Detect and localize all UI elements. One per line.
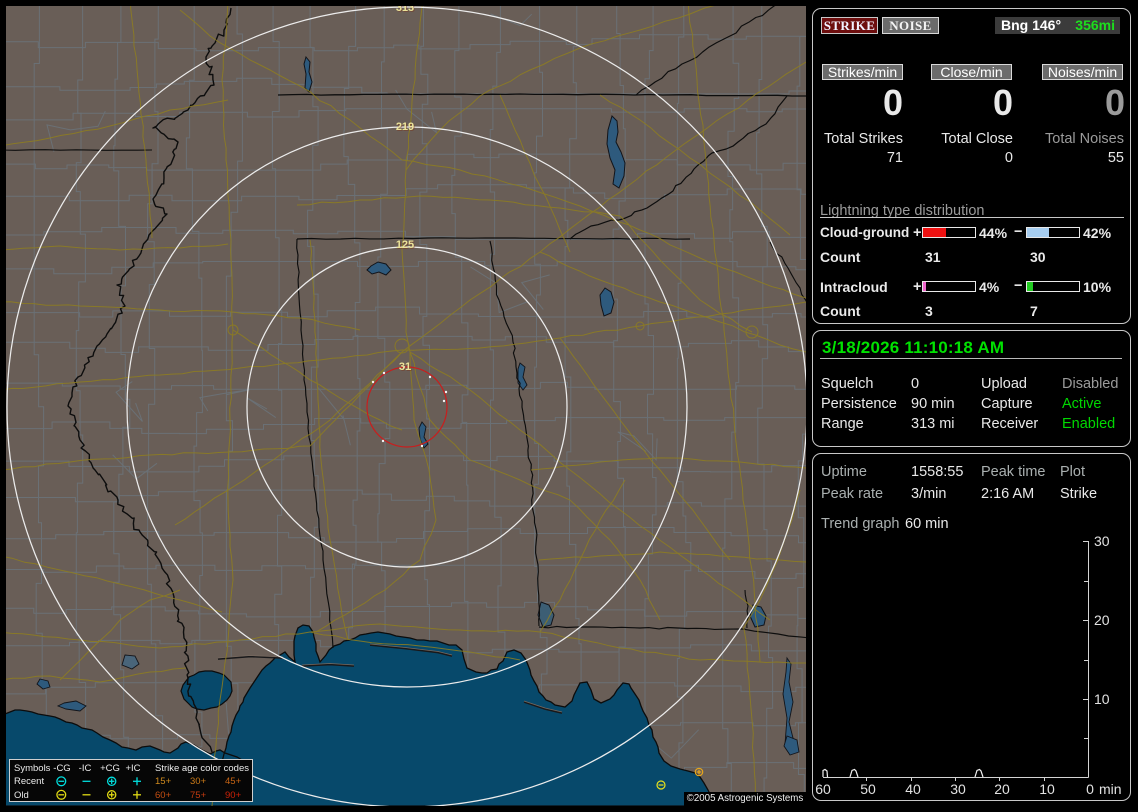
svg-text:10: 10: [1039, 781, 1055, 797]
svg-text:313: 313: [396, 6, 414, 14]
svg-text:40: 40: [905, 781, 921, 797]
svg-text:0: 0: [1086, 781, 1094, 797]
svg-text:30: 30: [950, 781, 966, 797]
svg-text:min: min: [1099, 781, 1122, 797]
svg-text:125: 125: [396, 239, 414, 251]
svg-text:219: 219: [396, 121, 414, 133]
svg-text:30: 30: [1094, 533, 1110, 549]
svg-text:60: 60: [815, 781, 831, 797]
svg-text:20: 20: [994, 781, 1010, 797]
svg-text:10: 10: [1094, 691, 1110, 707]
svg-text:31: 31: [399, 361, 411, 373]
svg-text:50: 50: [860, 781, 876, 797]
svg-text:20: 20: [1094, 612, 1110, 628]
